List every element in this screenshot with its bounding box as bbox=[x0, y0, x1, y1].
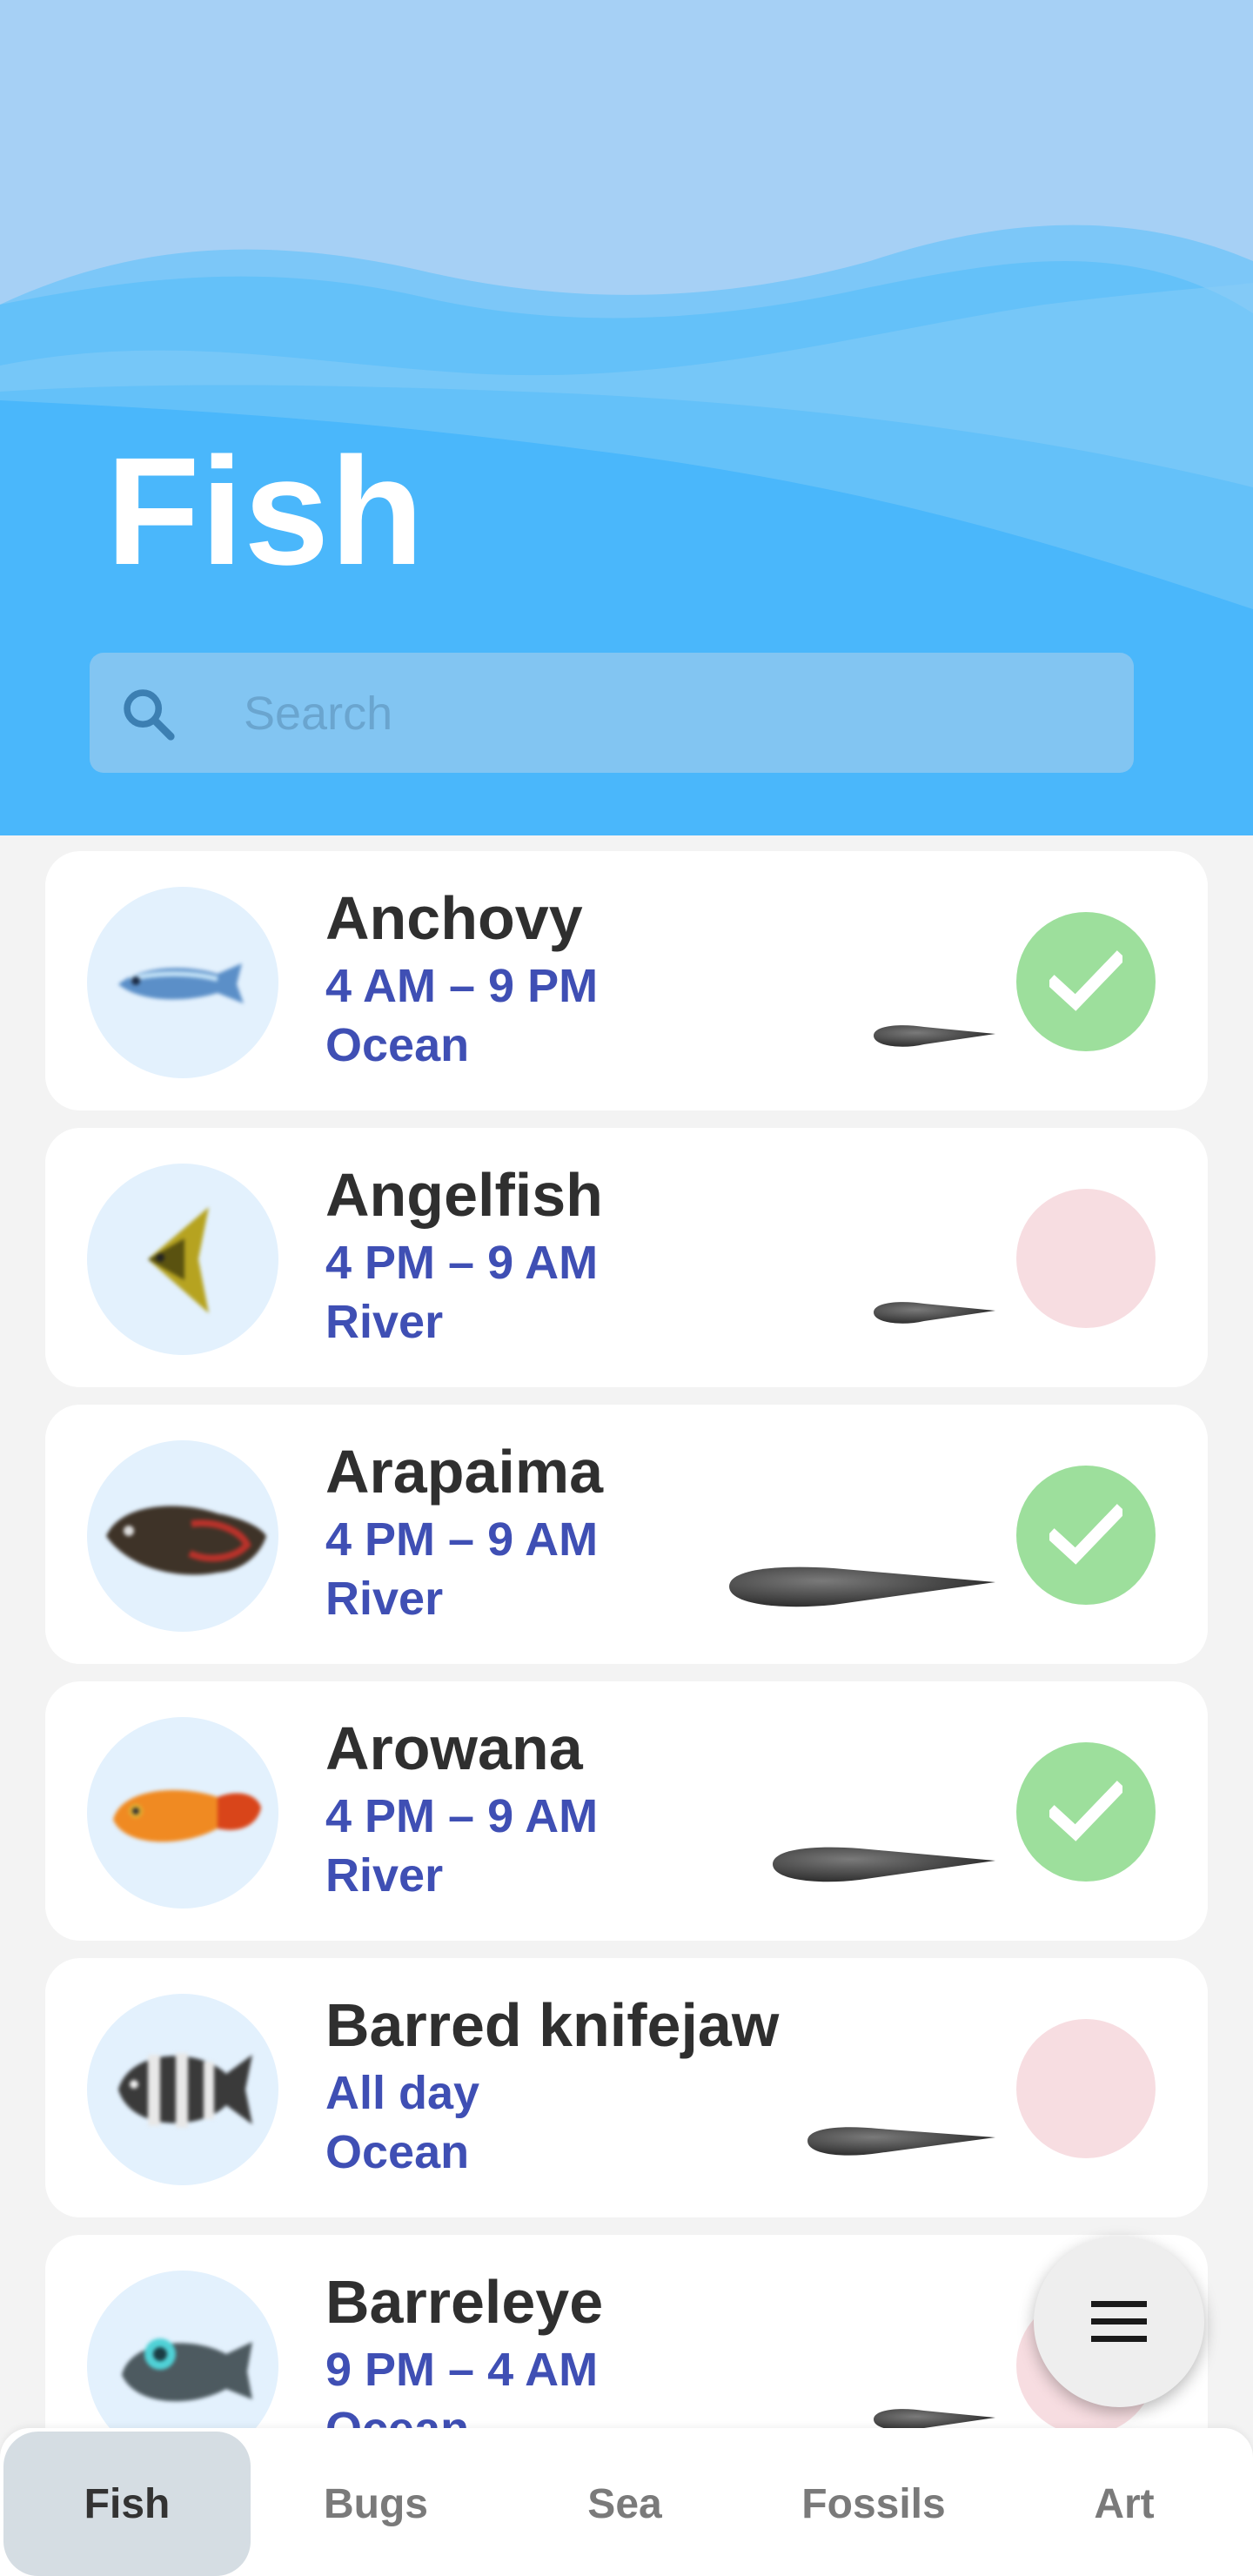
item-location: Ocean bbox=[325, 2126, 470, 2178]
arowana-icon bbox=[87, 1717, 278, 1909]
caught-toggle[interactable] bbox=[1016, 912, 1156, 1051]
item-location: River bbox=[325, 1573, 444, 1625]
tab-bugs[interactable]: Bugs bbox=[252, 2432, 499, 2576]
item-time: 4 PM – 9 AM bbox=[325, 1513, 599, 1566]
item-time: 9 PM – 4 AM bbox=[325, 2344, 599, 2396]
angelfish-icon bbox=[87, 1164, 278, 1355]
shadow-size-icon bbox=[874, 1302, 995, 1324]
item-name: Angelfish bbox=[325, 1161, 603, 1229]
search-icon bbox=[124, 689, 175, 741]
arapaima-icon bbox=[87, 1440, 278, 1632]
item-time: 4 PM – 9 AM bbox=[325, 1237, 599, 1289]
tab-art[interactable]: Art bbox=[1001, 2432, 1248, 2576]
list-item[interactable]: Arowana 4 PM – 9 AM River bbox=[45, 1681, 1208, 1941]
list-item[interactable]: Arapaima 4 PM – 9 AM River bbox=[45, 1405, 1208, 1664]
bottom-navigation: Fish Bugs Sea Fossils Art bbox=[0, 2428, 1253, 2576]
check-icon bbox=[1049, 1504, 1122, 1565]
item-name: Barred knifejaw bbox=[325, 1991, 780, 2059]
barreleye-icon bbox=[87, 2271, 278, 2428]
tab-sea[interactable]: Sea bbox=[501, 2432, 748, 2576]
tab-fossils[interactable]: Fossils bbox=[750, 2432, 997, 2576]
item-location: River bbox=[325, 1296, 444, 1348]
caught-toggle[interactable] bbox=[1016, 1189, 1156, 1328]
list-item[interactable]: Barreleye 9 PM – 4 AM Ocean bbox=[45, 2235, 1208, 2428]
shadow-size-icon bbox=[773, 1847, 995, 1882]
item-time: All day bbox=[325, 2067, 480, 2119]
item-time: 4 PM – 9 AM bbox=[325, 1790, 599, 1842]
item-name: Arowana bbox=[325, 1714, 583, 1782]
list-item[interactable]: Angelfish 4 PM – 9 AM River bbox=[45, 1128, 1208, 1387]
creature-list: Anchovy 4 AM – 9 PM Ocean Angelfish 4 PM… bbox=[0, 835, 1253, 2428]
anchovy-icon bbox=[87, 887, 278, 1078]
caught-toggle[interactable] bbox=[1016, 1742, 1156, 1882]
list-item[interactable]: Anchovy 4 AM – 9 PM Ocean bbox=[45, 851, 1208, 1110]
search-bar[interactable] bbox=[90, 653, 1134, 775]
shadow-size-icon bbox=[874, 2409, 995, 2428]
item-name: Barreleye bbox=[325, 2268, 604, 2336]
item-name: Arapaima bbox=[325, 1438, 604, 1506]
item-time: 4 AM – 9 PM bbox=[325, 960, 599, 1012]
item-name: Anchovy bbox=[325, 884, 583, 952]
shadow-size-icon bbox=[807, 2127, 995, 2156]
caught-toggle[interactable] bbox=[1016, 1466, 1156, 1605]
check-icon bbox=[1049, 950, 1122, 1011]
item-location: Ocean bbox=[325, 2405, 469, 2428]
header: Fish bbox=[0, 0, 1253, 835]
tab-fish[interactable]: Fish bbox=[3, 2432, 251, 2576]
menu-button[interactable] bbox=[1034, 2237, 1204, 2407]
shadow-size-icon bbox=[874, 1025, 995, 1047]
item-location: River bbox=[325, 1849, 444, 1902]
shadow-size-icon bbox=[729, 1566, 995, 1607]
barred-knifejaw-icon bbox=[87, 1994, 278, 2185]
page-title: Fish bbox=[106, 426, 425, 597]
check-icon bbox=[1049, 1781, 1122, 1841]
menu-icon bbox=[1091, 2301, 1147, 2342]
caught-toggle[interactable] bbox=[1016, 2019, 1156, 2158]
list-item[interactable]: Barred knifejaw All day Ocean bbox=[45, 1958, 1208, 2217]
search-input[interactable] bbox=[242, 653, 1116, 775]
item-location: Ocean bbox=[325, 1019, 470, 1071]
